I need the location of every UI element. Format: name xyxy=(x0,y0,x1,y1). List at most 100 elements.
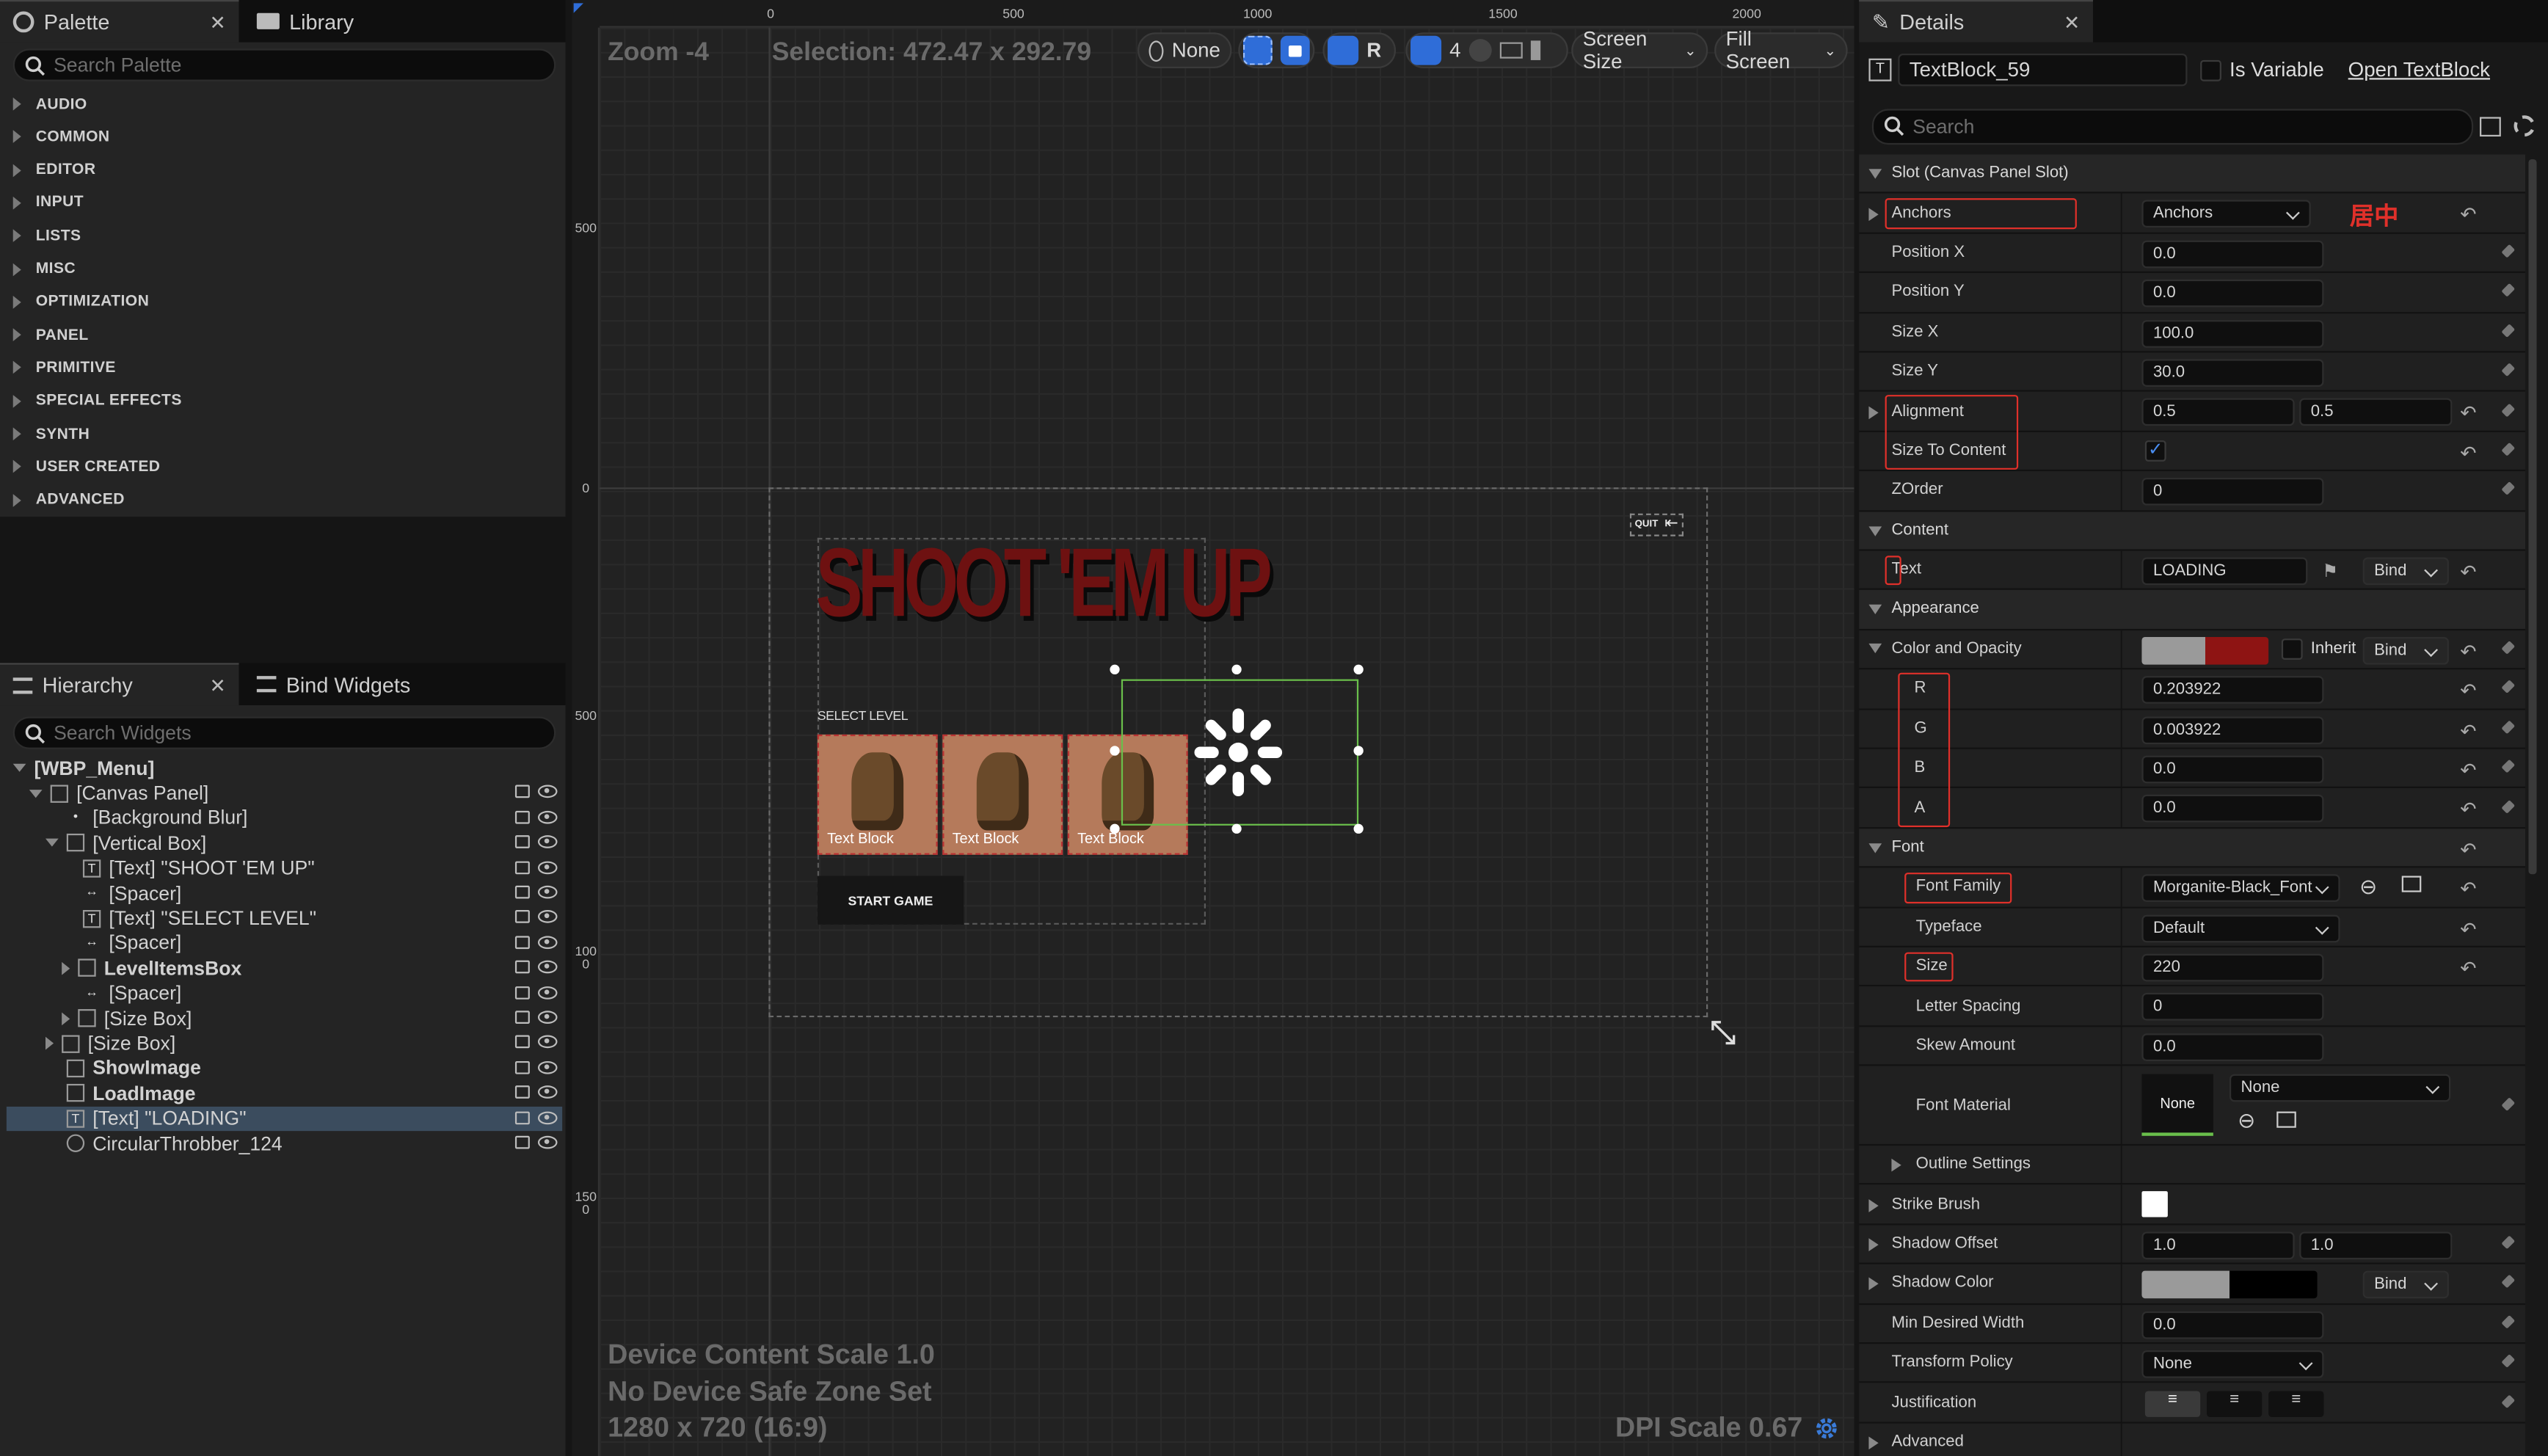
hierarchy-item[interactable]: CircularThrobber_124 xyxy=(7,1131,562,1156)
eye-icon[interactable] xyxy=(537,1060,558,1074)
eye-icon[interactable] xyxy=(537,935,558,949)
property-dropdown[interactable]: Default xyxy=(2141,914,2340,942)
pin-icon[interactable] xyxy=(2500,1237,2516,1253)
chevron-down-icon[interactable] xyxy=(29,789,43,798)
pin-icon[interactable] xyxy=(2500,1355,2516,1372)
reset-icon[interactable]: ↶ xyxy=(2460,561,2476,583)
use-selected-icon[interactable]: ⊖ xyxy=(2238,1109,2255,1135)
hierarchy-item[interactable]: LevelItemsBox xyxy=(7,956,562,980)
chevron-down-icon[interactable] xyxy=(46,839,59,848)
hierarchy-item[interactable]: [Size Box] xyxy=(7,1031,562,1056)
open-textblock-link[interactable]: Open TextBlock xyxy=(2348,59,2490,81)
close-icon[interactable]: ✕ xyxy=(210,10,226,33)
property-value-field[interactable]: 0.0 xyxy=(2141,1033,2324,1061)
pin-icon[interactable] xyxy=(2500,404,2516,420)
tab-hierarchy[interactable]: Hierarchy ✕ xyxy=(0,663,239,706)
lock-icon[interactable] xyxy=(514,935,530,949)
font-material-thumbnail[interactable]: None xyxy=(2141,1074,2213,1137)
use-selected-icon[interactable]: ⊖ xyxy=(2359,875,2377,900)
hierarchy-item[interactable]: [Size Box] xyxy=(7,1006,562,1031)
hierarchy-search-input[interactable]: Search Widgets xyxy=(12,716,556,749)
hierarchy-item[interactable]: • [Background Blur] xyxy=(7,806,562,831)
lock-icon[interactable] xyxy=(1281,35,1310,65)
pin-icon[interactable] xyxy=(2500,443,2516,459)
pin-icon[interactable] xyxy=(2500,721,2516,738)
property-value-field[interactable]: 0.203922 xyxy=(2141,676,2324,705)
property-value-field[interactable]: 0.0 xyxy=(2141,795,2324,823)
details-scrollbar[interactable] xyxy=(2528,159,2537,875)
section-appearance[interactable]: Appearance xyxy=(1859,590,2526,630)
quit-button[interactable]: QUIT ⇤ xyxy=(1629,513,1684,536)
pin-icon[interactable] xyxy=(2500,761,2516,777)
resize-handle[interactable] xyxy=(1353,823,1364,834)
layout-icon[interactable] xyxy=(1328,35,1359,65)
respect-locks-button[interactable]: R xyxy=(1366,39,1381,62)
pin-icon[interactable] xyxy=(2500,483,2516,499)
grid-snap-count[interactable]: 4 xyxy=(1449,39,1460,62)
chevron-right-icon[interactable] xyxy=(1868,1198,1879,1212)
level-item-card[interactable]: Text Block xyxy=(817,734,938,855)
property-value-field[interactable]: 0.5 xyxy=(2141,398,2295,427)
hierarchy-item[interactable]: T [Text] "SELECT LEVEL" xyxy=(7,906,562,931)
palette-category[interactable]: OPTIMIZATION xyxy=(0,285,559,318)
property-value-field[interactable]: 1.0 xyxy=(2141,1231,2295,1259)
palette-category[interactable]: AUDIO xyxy=(0,88,559,120)
lock-icon[interactable] xyxy=(514,910,530,924)
property-value-field[interactable]: 0.5 xyxy=(2299,398,2453,427)
tab-bind-widgets[interactable]: Bind Widgets xyxy=(244,663,503,705)
palette-category[interactable]: PANEL xyxy=(0,318,559,351)
bind-dropdown[interactable]: Bind xyxy=(2362,636,2449,665)
gear-icon[interactable] xyxy=(1813,1416,1839,1441)
pin-icon[interactable] xyxy=(2500,1098,2516,1114)
lock-icon[interactable] xyxy=(514,1011,530,1024)
reset-icon[interactable]: ↶ xyxy=(2460,798,2476,821)
reset-icon[interactable]: ↶ xyxy=(2460,719,2476,742)
browse-icon[interactable] xyxy=(2401,876,2422,893)
font-material-dropdown[interactable]: None xyxy=(2230,1074,2451,1102)
grid-snap-icon[interactable] xyxy=(1410,35,1442,65)
eye-icon[interactable] xyxy=(537,1085,558,1099)
section-font[interactable]: Font ↶ xyxy=(1859,828,2526,868)
lock-icon[interactable] xyxy=(514,961,530,974)
chevron-right-icon[interactable] xyxy=(1868,1436,1879,1450)
eye-icon[interactable] xyxy=(537,1035,558,1049)
eye-icon[interactable] xyxy=(537,986,558,999)
chevron-right-icon[interactable] xyxy=(62,961,70,975)
hierarchy-item[interactable]: T [Text] "LOADING" xyxy=(6,1106,563,1132)
color-swatch[interactable] xyxy=(2141,636,2269,665)
hierarchy-item[interactable]: T [Text] "SHOOT 'EM UP" xyxy=(7,856,562,881)
eye-icon[interactable] xyxy=(537,1110,558,1124)
select-mode-icon[interactable] xyxy=(1242,35,1273,65)
fill-screen-dropdown[interactable]: Fill Screen ⌄ xyxy=(1714,28,1848,73)
palette-category[interactable]: INPUT xyxy=(0,186,559,219)
chevron-right-icon[interactable] xyxy=(1868,1238,1879,1251)
shadow-color-swatch[interactable] xyxy=(2141,1270,2318,1299)
resize-handle[interactable] xyxy=(1353,664,1364,674)
hierarchy-item[interactable]: LoadImage xyxy=(7,1081,562,1106)
eye-icon[interactable] xyxy=(537,835,558,849)
size-to-content-checkbox[interactable]: ✓ xyxy=(2144,440,2166,462)
section-slot[interactable]: Slot (Canvas Panel Slot) xyxy=(1859,154,2526,194)
pin-icon[interactable] xyxy=(2500,682,2516,698)
start-game-button[interactable]: START GAME xyxy=(817,876,964,925)
resize-handle[interactable] xyxy=(1353,746,1364,756)
chevron-right-icon[interactable] xyxy=(1891,1159,1901,1172)
reset-icon[interactable]: ↶ xyxy=(2460,402,2476,425)
pin-icon[interactable] xyxy=(2500,324,2516,341)
eye-icon[interactable] xyxy=(537,910,558,924)
lock-icon[interactable] xyxy=(514,860,530,874)
justify-center-button[interactable]: ≡ xyxy=(2207,1391,2263,1418)
reset-icon[interactable]: ↶ xyxy=(2460,204,2476,227)
palette-category[interactable]: EDITOR xyxy=(0,153,559,186)
palette-search-input[interactable]: Search Palette xyxy=(12,48,556,81)
bind-dropdown[interactable]: Bind xyxy=(2362,1270,2449,1299)
table-view-icon[interactable] xyxy=(2480,117,2501,137)
lock-icon[interactable] xyxy=(514,810,530,824)
pin-icon[interactable] xyxy=(2500,1276,2516,1292)
select-level-text[interactable]: SELECT LEVEL xyxy=(818,708,909,723)
chevron-right-icon[interactable] xyxy=(1868,405,1879,419)
pin-icon[interactable] xyxy=(2500,801,2516,817)
eye-icon[interactable] xyxy=(537,1011,558,1024)
palette-category[interactable]: PRIMITIVE xyxy=(0,352,559,384)
hierarchy-item[interactable]: ↔ [Spacer] xyxy=(7,881,562,906)
